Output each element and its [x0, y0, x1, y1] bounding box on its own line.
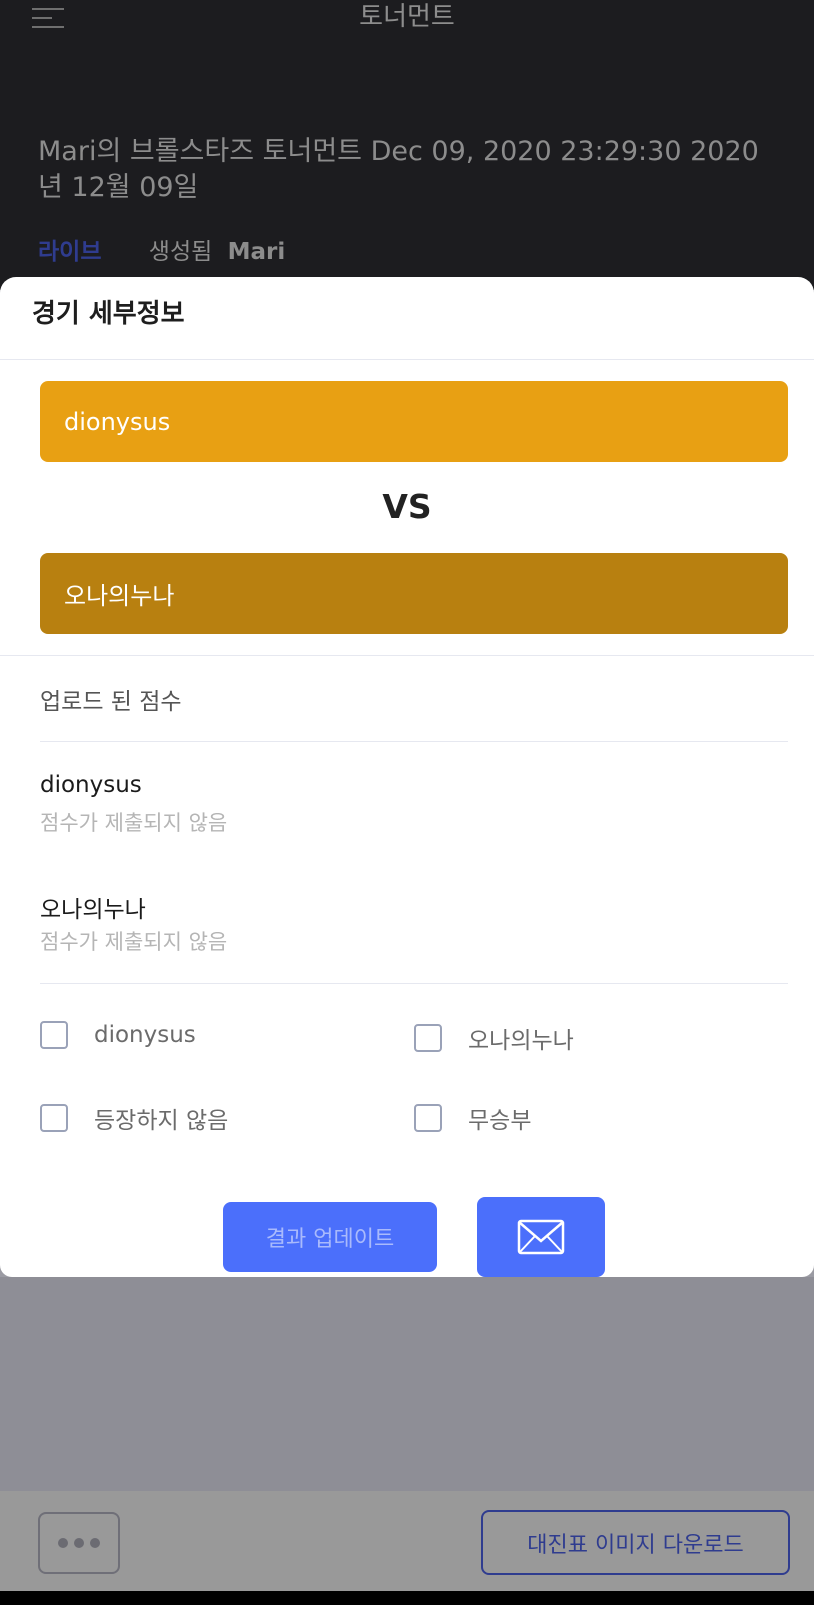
checkbox[interactable] — [40, 1104, 68, 1132]
more-options-button[interactable] — [38, 1512, 120, 1574]
send-mail-button[interactable] — [477, 1197, 605, 1277]
option-label: 무승부 — [468, 1108, 532, 1134]
option-label: 등장하지 않음 — [94, 1108, 229, 1134]
tournament-title: Mari의 브롤스타즈 토너먼트 Dec 09, 2020 23:29:30 2… — [38, 136, 759, 203]
score-team1-name: dionysus — [40, 772, 142, 798]
owner-name: Mari — [227, 239, 286, 265]
option-team1-win[interactable]: dionysus — [40, 1021, 196, 1049]
uploaded-scores-label: 업로드 된 점수 — [40, 689, 182, 715]
option-team2-win[interactable]: 오나의누나 — [414, 1021, 574, 1055]
tournament-meta: 라이브 생성됨 Mari — [38, 232, 285, 266]
team2-name: 오나의누나 — [64, 582, 175, 610]
download-bracket-image-button[interactable]: 대진표 이미지 다운로드 — [481, 1510, 790, 1575]
score-team2-status: 점수가 제출되지 않음 — [40, 930, 228, 954]
team1-box: dionysus — [40, 381, 788, 462]
divider — [0, 359, 814, 360]
page-title: 토너먼트 — [359, 2, 455, 32]
option-draw[interactable]: 무승부 — [414, 1101, 531, 1135]
option-no-show[interactable]: 등장하지 않음 — [40, 1101, 228, 1135]
envelope-icon — [517, 1219, 565, 1255]
modal-backdrop[interactable] — [0, 1277, 814, 1491]
score-team2-name: 오나의누나 — [40, 897, 146, 923]
team1-name: dionysus — [64, 407, 171, 436]
divider — [40, 741, 788, 742]
team2-box: 오나의누나 — [40, 553, 788, 634]
sheet-title: 경기 세부정보 — [32, 299, 185, 329]
divider — [40, 983, 788, 984]
system-bottom-bar — [0, 1591, 814, 1605]
more-dots-icon — [58, 1538, 68, 1548]
checkbox[interactable] — [414, 1104, 442, 1132]
live-status-badge: 라이브 — [38, 239, 102, 265]
update-result-button[interactable]: 결과 업데이트 — [223, 1202, 437, 1272]
page-header-area: 토너먼트 Mari의 브롤스타즈 토너먼트 Dec 09, 2020 23:29… — [0, 0, 814, 290]
divider — [0, 655, 814, 656]
score-team1-status: 점수가 제출되지 않음 — [40, 811, 228, 835]
match-details-sheet: 경기 세부정보 dionysus VS 오나의누나 업로드 된 점수 diony… — [0, 277, 814, 1277]
option-label: 오나의누나 — [468, 1028, 574, 1054]
created-label: 생성됨 — [148, 239, 213, 265]
option-label: dionysus — [94, 1022, 196, 1048]
vs-label: VS — [382, 487, 432, 526]
checkbox[interactable] — [40, 1021, 68, 1049]
checkbox[interactable] — [414, 1024, 442, 1052]
